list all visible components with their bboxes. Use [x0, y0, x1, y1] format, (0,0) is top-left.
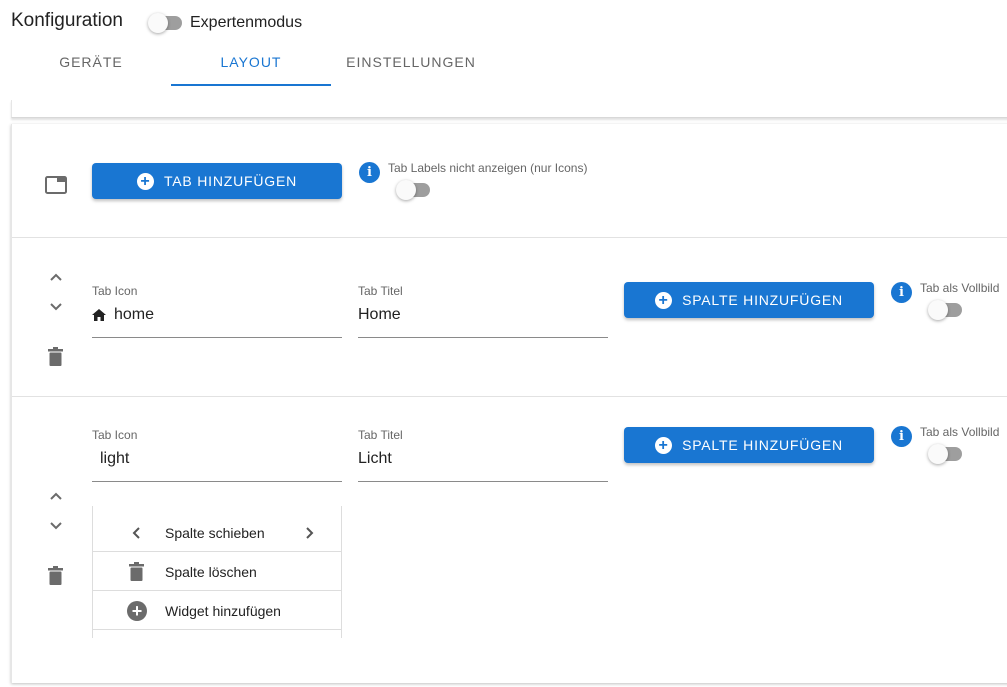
tab-layout[interactable]: LAYOUT: [171, 40, 331, 86]
plus-circle-icon: +: [655, 291, 673, 309]
hide-tab-labels-label: Tab Labels nicht anzeigen (nur Icons): [388, 161, 588, 175]
tab-title-value: Licht: [358, 450, 392, 467]
chevron-up-icon[interactable]: [49, 489, 63, 503]
tab-icon-label: Tab Icon: [92, 284, 138, 298]
add-column-button[interactable]: + SPALTE HINZUFÜGEN: [624, 282, 874, 318]
page-title: Konfiguration: [11, 10, 123, 31]
fullscreen-label: Tab als Vollbild: [920, 281, 1000, 295]
add-widget-label: Widget hinzufügen: [165, 603, 281, 619]
section-divider: [12, 237, 1007, 238]
chevron-down-icon[interactable]: [49, 300, 63, 314]
add-widget-row[interactable]: + Widget hinzufügen: [93, 591, 341, 630]
hide-tab-labels-switch[interactable]: [396, 180, 430, 200]
move-column-row: Spalte schieben: [93, 513, 341, 552]
fullscreen-switch[interactable]: [928, 444, 962, 464]
tab-title-label: Tab Titel: [358, 428, 403, 442]
plus-circle-icon: +: [136, 172, 154, 190]
chevron-right-icon[interactable]: [305, 526, 315, 540]
chevron-left-icon[interactable]: [131, 526, 141, 540]
tab-title-value: Home: [358, 306, 401, 323]
tab-icon: [45, 176, 67, 194]
info-icon[interactable]: i: [891, 426, 912, 447]
section-divider: [12, 396, 1007, 397]
expert-mode-switch[interactable]: [148, 13, 182, 33]
trash-icon[interactable]: [48, 566, 63, 585]
tab-title-field[interactable]: Tab Titel Home: [358, 284, 608, 338]
add-tab-button[interactable]: + TAB HINZUFÜGEN: [92, 163, 342, 199]
add-column-button-label: SPALTE HINZUFÜGEN: [682, 437, 843, 453]
tab-title-field[interactable]: Tab Titel Licht: [358, 428, 608, 482]
previous-card-edge: [11, 100, 1007, 118]
tab-icon-value: home: [114, 306, 155, 323]
add-column-button[interactable]: + SPALTE HINZUFÜGEN: [624, 427, 874, 463]
info-icon[interactable]: i: [891, 282, 912, 303]
plus-circle-icon: +: [127, 601, 147, 621]
tab-title-label: Tab Titel: [358, 284, 403, 298]
trash-icon[interactable]: [48, 347, 63, 366]
chevron-up-icon[interactable]: [49, 270, 63, 284]
tab-einstellungen[interactable]: EINSTELLUNGEN: [331, 40, 491, 86]
home-icon: [92, 309, 106, 321]
main-tabs: GERÄTE LAYOUT EINSTELLUNGEN: [11, 40, 491, 86]
expert-mode-label: Expertenmodus: [190, 14, 303, 31]
tab-geraete[interactable]: GERÄTE: [11, 40, 171, 86]
chevron-down-icon[interactable]: [49, 519, 63, 533]
add-column-button-label: SPALTE HINZUFÜGEN: [682, 292, 843, 308]
tab-icon-field[interactable]: Tab Icon home: [92, 284, 342, 338]
trash-icon: [129, 562, 144, 581]
move-column-label: Spalte schieben: [165, 525, 265, 541]
delete-column-label: Spalte löschen: [165, 564, 257, 580]
fullscreen-switch[interactable]: [928, 300, 962, 320]
expert-mode-toggle[interactable]: Expertenmodus: [148, 13, 302, 33]
add-tab-button-label: TAB HINZUFÜGEN: [163, 173, 298, 189]
tab-icon-value: light: [100, 450, 130, 467]
delete-column-row[interactable]: Spalte löschen: [93, 552, 341, 591]
tab-icon-field[interactable]: Tab Icon light: [92, 428, 342, 482]
info-icon[interactable]: i: [359, 162, 380, 183]
fullscreen-label: Tab als Vollbild: [920, 425, 1000, 439]
plus-circle-icon: +: [655, 436, 673, 454]
column-menu: Spalte schieben Spalte löschen + Widget …: [92, 506, 342, 638]
tab-icon-label: Tab Icon: [92, 428, 138, 442]
layout-card: + TAB HINZUFÜGEN i Tab Labels nicht anze…: [11, 124, 1007, 683]
